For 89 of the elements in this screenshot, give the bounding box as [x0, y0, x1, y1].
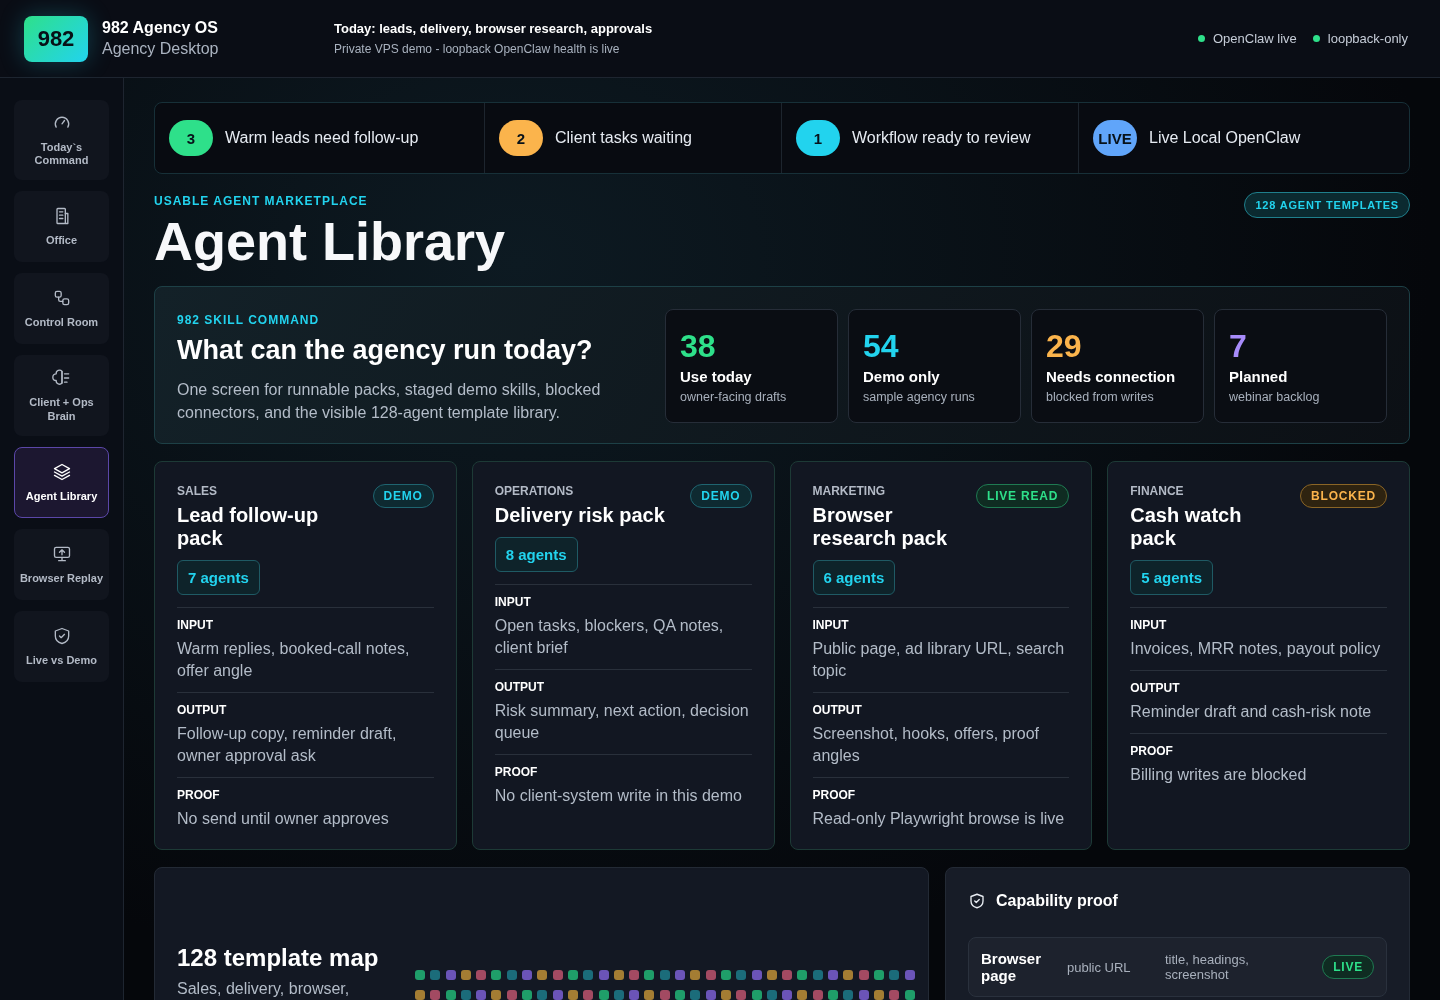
status-badge: DEMO [372, 484, 434, 508]
stat-value: 38 [680, 328, 717, 364]
nav-item[interactable]: Control Room [14, 273, 109, 345]
count-badge: 3 [169, 120, 213, 156]
proof-name-label: Browser page [981, 950, 1043, 984]
proof-output-label: title, headings, screenshot [1165, 952, 1250, 982]
nav-item[interactable]: Live vs Demo [14, 610, 109, 682]
count-badge: LIVE [1093, 120, 1137, 156]
page-title: Agent Library [154, 212, 506, 270]
stat-label: Planned [1229, 368, 1289, 385]
status-label: loopback-only [1327, 31, 1408, 46]
agent-count-chip[interactable]: 7 agents [177, 560, 260, 595]
status-badge: LIVE [1322, 955, 1374, 979]
alert-label: Live Local OpenClaw [1149, 129, 1301, 147]
page-eyebrow: USABLE AGENT MARKETPLACE [154, 194, 369, 208]
field-label: INPUT [494, 595, 532, 609]
pack-title: Cash watch pack [1130, 504, 1243, 550]
agent-count-chip[interactable]: 6 agents [812, 560, 896, 595]
field-label: OUTPUT [812, 703, 863, 717]
shield-check-icon [968, 892, 986, 910]
field-text: Screenshot, hooks, offers, proof angles [812, 724, 1040, 766]
field-label: PROOF [177, 788, 221, 802]
field-text: Follow-up copy, reminder draft, owner approval ask [177, 724, 398, 766]
field-text: Reminder draft and cash-risk note [1130, 702, 1373, 722]
card-title: Capability proof [996, 892, 1118, 910]
agent-count-chip[interactable]: 5 agents [1130, 560, 1214, 595]
status-badge: LIVE READ [976, 484, 1070, 508]
pack-category: SALES [177, 484, 218, 498]
field-text: Public page, ad library URL, search topic [812, 639, 1066, 681]
field-label: PROOF [812, 788, 857, 802]
pack-title: Delivery risk pack [494, 504, 666, 527]
nav-item[interactable]: Agent Library [14, 446, 109, 518]
field-text: Warm replies, booked-call notes, offer angle [177, 639, 411, 681]
pack-title: Browser research pack [812, 504, 949, 550]
nav-item[interactable]: Today`s Command [14, 100, 109, 181]
nav-item[interactable]: Client + Ops Brain [14, 355, 109, 436]
field-text: Open tasks, blockers, QA notes, client brief [494, 616, 725, 658]
card-description: Sales, delivery, browser, [177, 980, 351, 998]
agent-count-chip[interactable]: 8 agents [494, 537, 578, 572]
card-title: 128 template map [177, 944, 380, 972]
layers-icon [51, 461, 72, 482]
field-label: PROOF [494, 765, 539, 779]
field-label: INPUT [177, 618, 214, 632]
field-label: OUTPUT [494, 680, 546, 694]
pack-title: Lead follow-up pack [177, 504, 320, 550]
stat-note: webinar backlog [1229, 390, 1321, 404]
field-text: Read-only Playwright browse is live [812, 809, 1066, 829]
status-badge: BLOCKED [1300, 484, 1387, 508]
field-label: OUTPUT [177, 703, 228, 717]
logo: 982 [24, 15, 88, 62]
pack-category: FINANCE [1130, 484, 1185, 498]
proof-input-label: public URL [1067, 959, 1132, 975]
field-text: No client-system write in this demo [494, 786, 743, 806]
status-badge: DEMO [690, 484, 752, 508]
stat-label: Use today [680, 368, 753, 385]
stat-label: Demo only [863, 368, 941, 385]
nav-item[interactable]: Office [14, 191, 109, 263]
stat-value: 29 [1046, 328, 1083, 364]
template-count-badge: 128 AGENT TEMPLATES [1244, 192, 1410, 218]
section-eyebrow: 982 SKILL COMMAND [177, 313, 321, 327]
count-badge: 1 [796, 120, 840, 156]
stat-label: Needs connection [1046, 368, 1177, 385]
alert-label: Warm leads need follow-up [225, 129, 419, 147]
alert-label: Workflow ready to review [852, 129, 1031, 147]
stat-note: owner-facing drafts [680, 390, 788, 404]
stat-value: 54 [863, 328, 900, 364]
stat-note: blocked from writes [1046, 390, 1155, 404]
field-label: PROOF [1130, 744, 1174, 758]
header-headline: Today: leads, delivery, browser research, approvals [334, 21, 654, 36]
field-label: INPUT [1130, 618, 1168, 632]
field-text: No send until owner approves [177, 809, 390, 829]
stat-value: 7 [1229, 328, 1248, 364]
pack-category: MARKETING [812, 484, 887, 498]
stat-note: sample agency runs [863, 390, 976, 404]
section-title: What can the agency run today? [177, 335, 594, 366]
pack-category: OPERATIONS [494, 484, 575, 498]
field-text: Invoices, MRR notes, payout policy [1130, 639, 1382, 659]
alert-label: Client tasks waiting [555, 129, 692, 147]
status-label: OpenClaw live [1212, 31, 1297, 46]
header-subline: Private VPS demo - loopback OpenClaw health is live [334, 42, 621, 56]
count-badge: 2 [499, 120, 543, 156]
nav-item[interactable]: Browser Replay [14, 528, 109, 600]
app-subtitle: Agency Desktop [102, 40, 219, 58]
field-label: INPUT [812, 618, 850, 632]
field-text: Risk summary, next action, decision queue [494, 701, 750, 743]
section-description: One screen for runnable packs, staged demo skills, blocked connectors, and the visible 128-agent template library. [177, 380, 602, 423]
field-label: OUTPUT [1130, 681, 1181, 695]
field-text: Billing writes are blocked [1130, 765, 1308, 785]
app-title: 982 Agency OS [102, 19, 219, 37]
